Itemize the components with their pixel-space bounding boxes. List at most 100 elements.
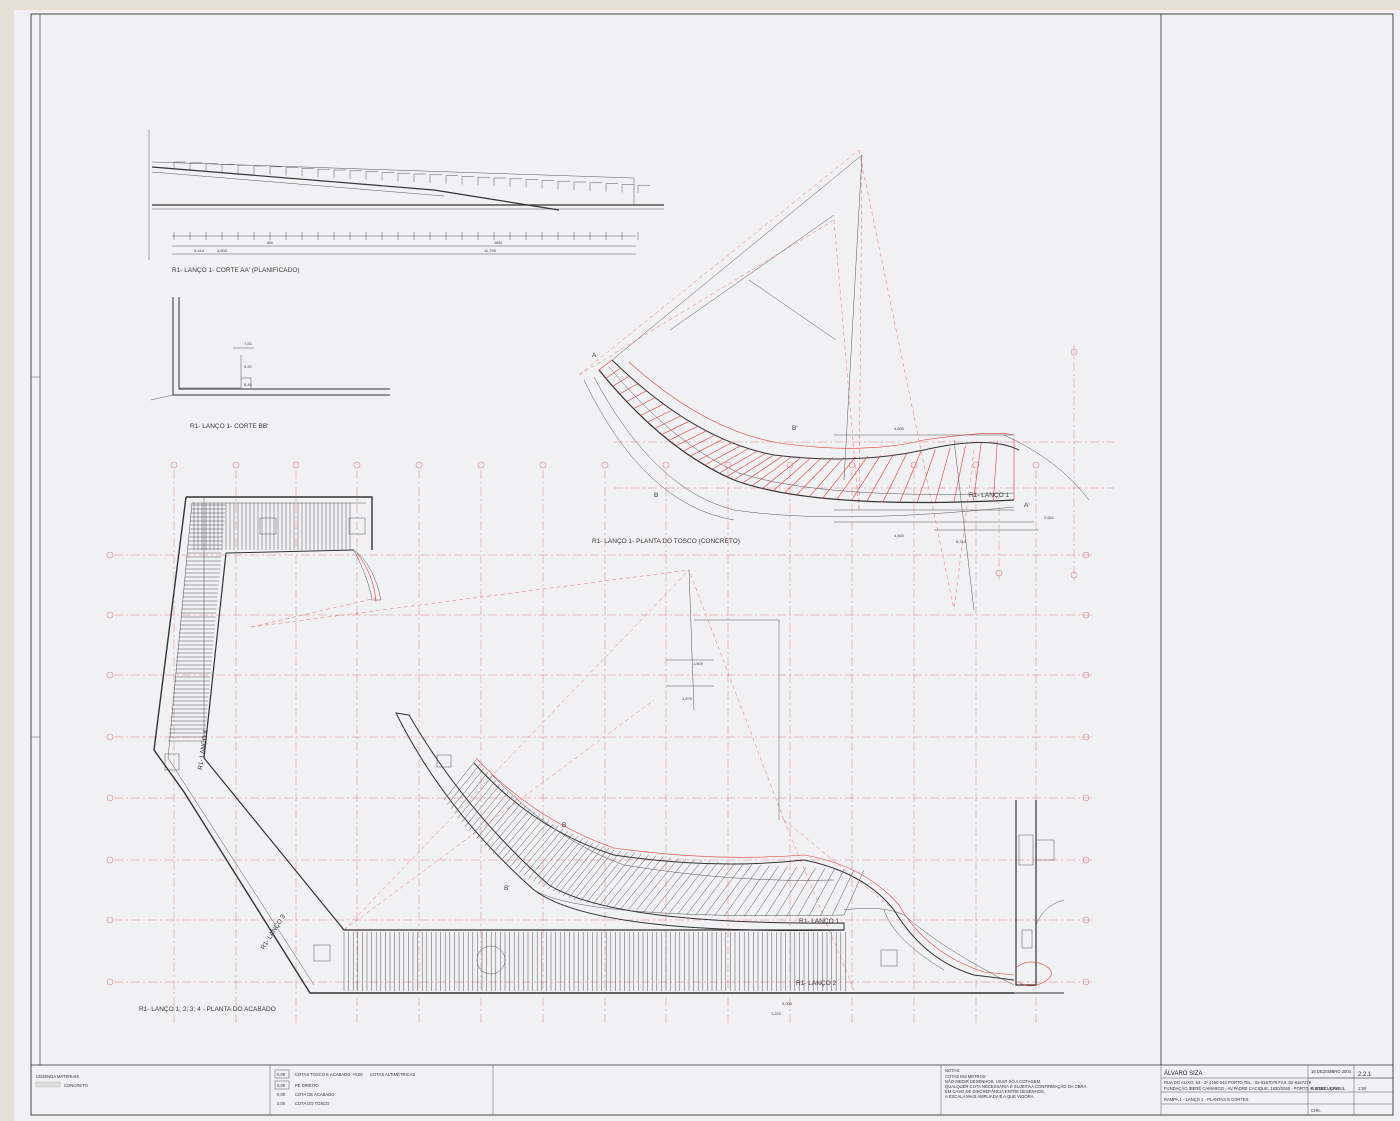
address: RUA DO ALIXO, 53 - 2º 4150-043 PORTO TEL…: [1164, 1080, 1312, 1085]
finish-step-line: [484, 802, 522, 847]
dim-aa-sub: 6M: [267, 240, 273, 245]
mark-b: B: [654, 492, 658, 499]
rough-step-line: [619, 383, 638, 395]
finish-step-line: [797, 868, 826, 917]
finish-step-line: [808, 868, 835, 917]
dim-rough-5314: 5,314: [956, 539, 967, 544]
notes-title: NOTAS:: [945, 1068, 960, 1073]
plan-rough-drawing: R1- LANÇO 1 4,800 2,661 4,800 5,314 A A'…: [578, 149, 1114, 611]
finish-step-line: [497, 811, 536, 857]
plan-finish-drawing: 1,800 1,870 5,000 1,220 R1- LANÇO 1 R1- …: [106, 461, 1094, 1025]
svg-text:COTAS ALTIMÉTRICAS: COTAS ALTIMÉTRICAS: [370, 1072, 415, 1077]
rough-step-line: [882, 452, 908, 503]
svg-text:9,20: 9,20: [244, 364, 253, 369]
legend-title: LEGENDA MATERIAIS: [36, 1074, 79, 1079]
finish-step-line: [443, 759, 477, 801]
drawing-title: RAMPA 1 - LANÇO 1 - PLANTAS E CORTES: [1164, 1097, 1249, 1102]
grid-bubble: [601, 461, 609, 469]
grid-bubble: [786, 461, 794, 469]
finish-step-line: [651, 859, 695, 913]
grid-bubble: [232, 461, 240, 469]
finish-step-line: [764, 866, 797, 917]
rough-step-line: [866, 454, 894, 502]
drawing-sheet: 4,800 11,790 3,414 6M 18M R1- LANÇO 1- C…: [14, 10, 1400, 1121]
grid-bubble: [662, 461, 670, 469]
phase: P. EXECUÇÃO: [1311, 1086, 1340, 1091]
architect: ÁLVARO SIZA: [1164, 1070, 1202, 1077]
rough-step-line: [668, 425, 698, 441]
finish-step-line: [754, 866, 788, 917]
legend-item: CONCRETO: [64, 1083, 89, 1088]
tag-rough-l1: R1- LANÇO 1: [969, 492, 1009, 499]
grid-bubble: [910, 461, 918, 469]
finish-step-line: [461, 780, 497, 823]
dim-aa-a: 4,800: [217, 248, 228, 253]
rough-step-line: [675, 430, 707, 447]
rough-step-line: [654, 415, 681, 429]
finish-step-line: [501, 814, 540, 861]
svg-text:0,00: 0,00: [277, 1101, 286, 1106]
mark-a-prime: A': [1024, 502, 1030, 509]
mark-b-prime-finish: B': [504, 885, 510, 892]
rough-step-line: [899, 451, 922, 503]
grid-bubble: [170, 461, 178, 469]
date: 16 DEZEMBRO 2004: [1311, 1069, 1352, 1074]
label-plan-finish: R1- LANÇO 1; 2; 3; 4 - PLANTA DO ACABADO: [139, 1006, 276, 1013]
rough-step-line: [633, 397, 656, 409]
grid-bubble: [539, 461, 547, 469]
finish-step-line: [643, 858, 687, 912]
grid-bubble: [106, 916, 114, 924]
grid-bubble: [106, 978, 114, 986]
finish-step-line: [488, 805, 527, 850]
finish-step-line: [695, 863, 736, 916]
tag-finish-l4: R1- LANÇO 4: [197, 729, 210, 770]
svg-text:0,00: 0,00: [277, 1092, 286, 1097]
rough-step-line: [612, 375, 630, 387]
finish-step-line: [723, 864, 761, 917]
finish-step-line: [505, 817, 545, 864]
finish-step-line: [465, 784, 501, 827]
rough-step-line: [836, 455, 868, 500]
rough-step-line: [640, 403, 664, 416]
section-aa-drawing: 4,800 11,790 3,414 6M 18M R1- LANÇO 1- C…: [148, 130, 664, 274]
rough-step-line: [697, 442, 732, 462]
grid-bubble: [415, 461, 423, 469]
finish-step-line: [831, 869, 855, 916]
tag-finish-l2: R1- LANÇO 2: [796, 980, 836, 987]
finish-step-line: [820, 869, 845, 916]
mark-a: A: [592, 352, 597, 359]
svg-text:8,45: 8,45: [244, 382, 253, 387]
dim-finish-1870: 1,870: [682, 696, 693, 701]
finish-step-line: [606, 854, 649, 907]
dim-rough-2661: 2,661: [1044, 515, 1055, 520]
rough-step-line: [742, 455, 783, 484]
svg-text:COTA DE ACABADO: COTA DE ACABADO: [295, 1092, 335, 1097]
grid-bubble: [1032, 461, 1040, 469]
svg-text:0,00: 0,00: [277, 1083, 286, 1088]
mark-b-prime: B': [792, 425, 798, 432]
dim-rough-4800-b: 4,800: [894, 533, 905, 538]
finish-step-line: [714, 864, 753, 917]
grid-bubble: [106, 794, 114, 802]
grid-bubble: [106, 671, 114, 679]
finish-step-line: [510, 820, 549, 867]
section-bb-drawing: 7,83 9,20 8,45 R1- LANÇO 1- CORTE BB': [150, 297, 390, 430]
rough-step-line: [626, 390, 647, 402]
svg-text:+0,00: +0,00: [352, 1072, 363, 1077]
finish-step-line: [660, 860, 703, 914]
technical-drawing: 4,800 11,790 3,414 6M 18M R1- LANÇO 1- C…: [30, 13, 1394, 1116]
legend-symbols: 0,00 COTAS TOSCO E ACABADO 0,00 PÉ DIREI…: [274, 1069, 415, 1106]
finish-step-line: [620, 856, 664, 909]
finish-step-line: [457, 776, 493, 819]
finish-step-line: [743, 865, 779, 917]
finish-step-line: [519, 826, 559, 873]
svg-text:COTA DO TOSCO: COTA DO TOSCO: [295, 1101, 330, 1106]
rough-step-line: [733, 454, 775, 481]
rough-step-line: [704, 445, 741, 466]
rough-step-line: [762, 457, 802, 489]
grid-bubble: [724, 461, 732, 469]
label-section-bb: R1- LANÇO 1- CORTE BB': [190, 423, 268, 430]
finish-step-line: [599, 853, 642, 906]
grid-bubble: [106, 856, 114, 864]
finish-step-line: [733, 865, 770, 917]
